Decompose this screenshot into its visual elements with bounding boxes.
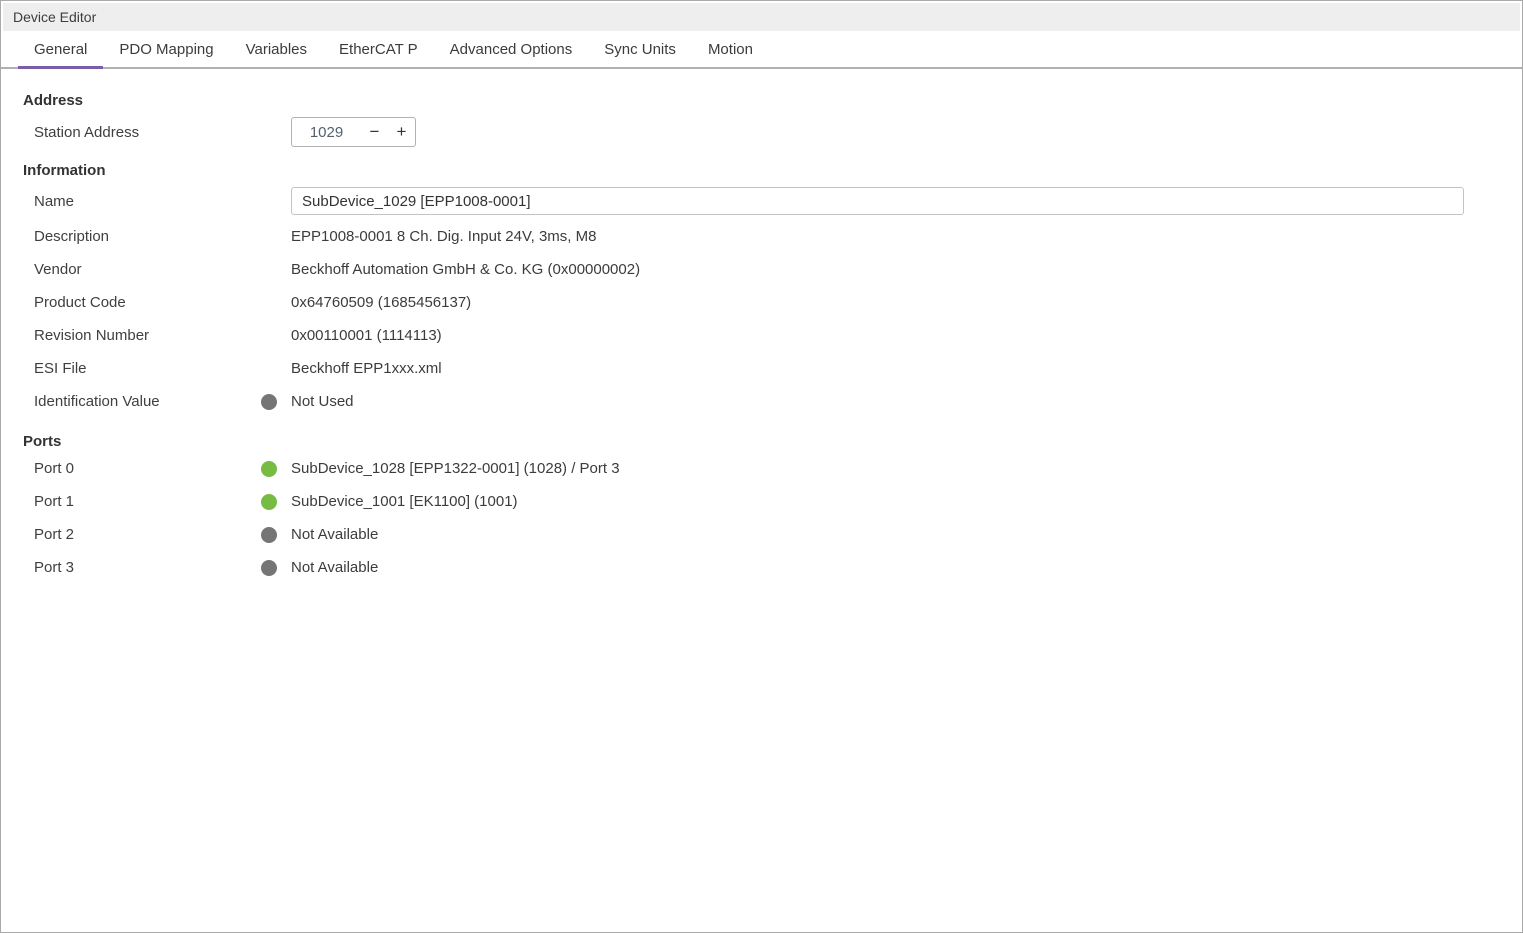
station-address-increment-button[interactable]: + [388, 118, 415, 146]
esi-file-label: ESI File [34, 360, 261, 377]
tab-sync-units[interactable]: Sync Units [588, 31, 692, 67]
port-1-status-dot-icon [261, 494, 277, 510]
station-address-input[interactable] [292, 124, 361, 141]
information-section-heading: Information [23, 161, 1522, 181]
identification-value-text: Not Used [291, 393, 354, 410]
general-tab-content: Address Station Address − + Information … [1, 69, 1522, 932]
tab-pdo-mapping[interactable]: PDO Mapping [103, 31, 229, 67]
port-3-row: Port 3 Not Available [23, 551, 1522, 584]
description-label: Description [34, 228, 261, 245]
station-address-row: Station Address − + [23, 117, 1522, 147]
port-2-status-dot-icon [261, 527, 277, 543]
tab-bar: General PDO Mapping Variables EtherCAT P… [1, 31, 1522, 69]
port-3-status-dot-icon [261, 560, 277, 576]
tab-general[interactable]: General [18, 31, 103, 67]
vendor-label: Vendor [34, 261, 261, 278]
port-1-row: Port 1 SubDevice_1001 [EK1100] (1001) [23, 485, 1522, 518]
port-2-value: Not Available [291, 526, 378, 543]
port-0-label: Port 0 [34, 460, 261, 477]
device-editor-window: Device Editor General PDO Mapping Variab… [0, 0, 1523, 933]
port-0-row: Port 0 SubDevice_1028 [EPP1322-0001] (10… [23, 452, 1522, 485]
product-code-value: 0x64760509 (1685456137) [291, 294, 471, 311]
name-row: Name [23, 187, 1522, 215]
product-code-label: Product Code [34, 294, 261, 311]
esi-file-row: ESI File Beckhoff EPP1xxx.xml [23, 352, 1522, 385]
revision-number-value: 0x00110001 (1114113) [291, 327, 442, 344]
port-0-status-dot-icon [261, 461, 277, 477]
tab-variables[interactable]: Variables [230, 31, 323, 67]
tab-motion[interactable]: Motion [692, 31, 769, 67]
port-3-value: Not Available [291, 559, 378, 576]
description-row: Description EPP1008-0001 8 Ch. Dig. Inpu… [23, 220, 1522, 253]
vendor-value: Beckhoff Automation GmbH & Co. KG (0x000… [291, 261, 640, 278]
port-1-label: Port 1 [34, 493, 261, 510]
name-input[interactable] [291, 187, 1464, 215]
station-address-decrement-button[interactable]: − [361, 118, 388, 146]
tab-advanced-options[interactable]: Advanced Options [434, 31, 589, 67]
window-titlebar: Device Editor [3, 3, 1520, 31]
name-label: Name [34, 193, 261, 210]
description-value: EPP1008-0001 8 Ch. Dig. Input 24V, 3ms, … [291, 228, 596, 245]
esi-file-value: Beckhoff EPP1xxx.xml [291, 360, 442, 377]
window-title: Device Editor [13, 9, 96, 25]
port-0-value: SubDevice_1028 [EPP1322-0001] (1028) / P… [291, 460, 620, 477]
identification-value-row: Identification Value Not Used [23, 385, 1522, 418]
identification-status-dot-icon [261, 394, 277, 410]
port-2-row: Port 2 Not Available [23, 518, 1522, 551]
revision-number-label: Revision Number [34, 327, 261, 344]
address-section-heading: Address [23, 91, 1522, 111]
product-code-row: Product Code 0x64760509 (1685456137) [23, 286, 1522, 319]
vendor-row: Vendor Beckhoff Automation GmbH & Co. KG… [23, 253, 1522, 286]
identification-value-label: Identification Value [34, 393, 261, 410]
port-2-label: Port 2 [34, 526, 261, 543]
station-address-label: Station Address [34, 124, 261, 141]
revision-number-row: Revision Number 0x00110001 (1114113) [23, 319, 1522, 352]
ports-section-heading: Ports [23, 432, 1522, 452]
port-1-value: SubDevice_1001 [EK1100] (1001) [291, 493, 518, 510]
tab-ethercat-p[interactable]: EtherCAT P [323, 31, 434, 67]
station-address-stepper: − + [291, 117, 416, 147]
port-3-label: Port 3 [34, 559, 261, 576]
